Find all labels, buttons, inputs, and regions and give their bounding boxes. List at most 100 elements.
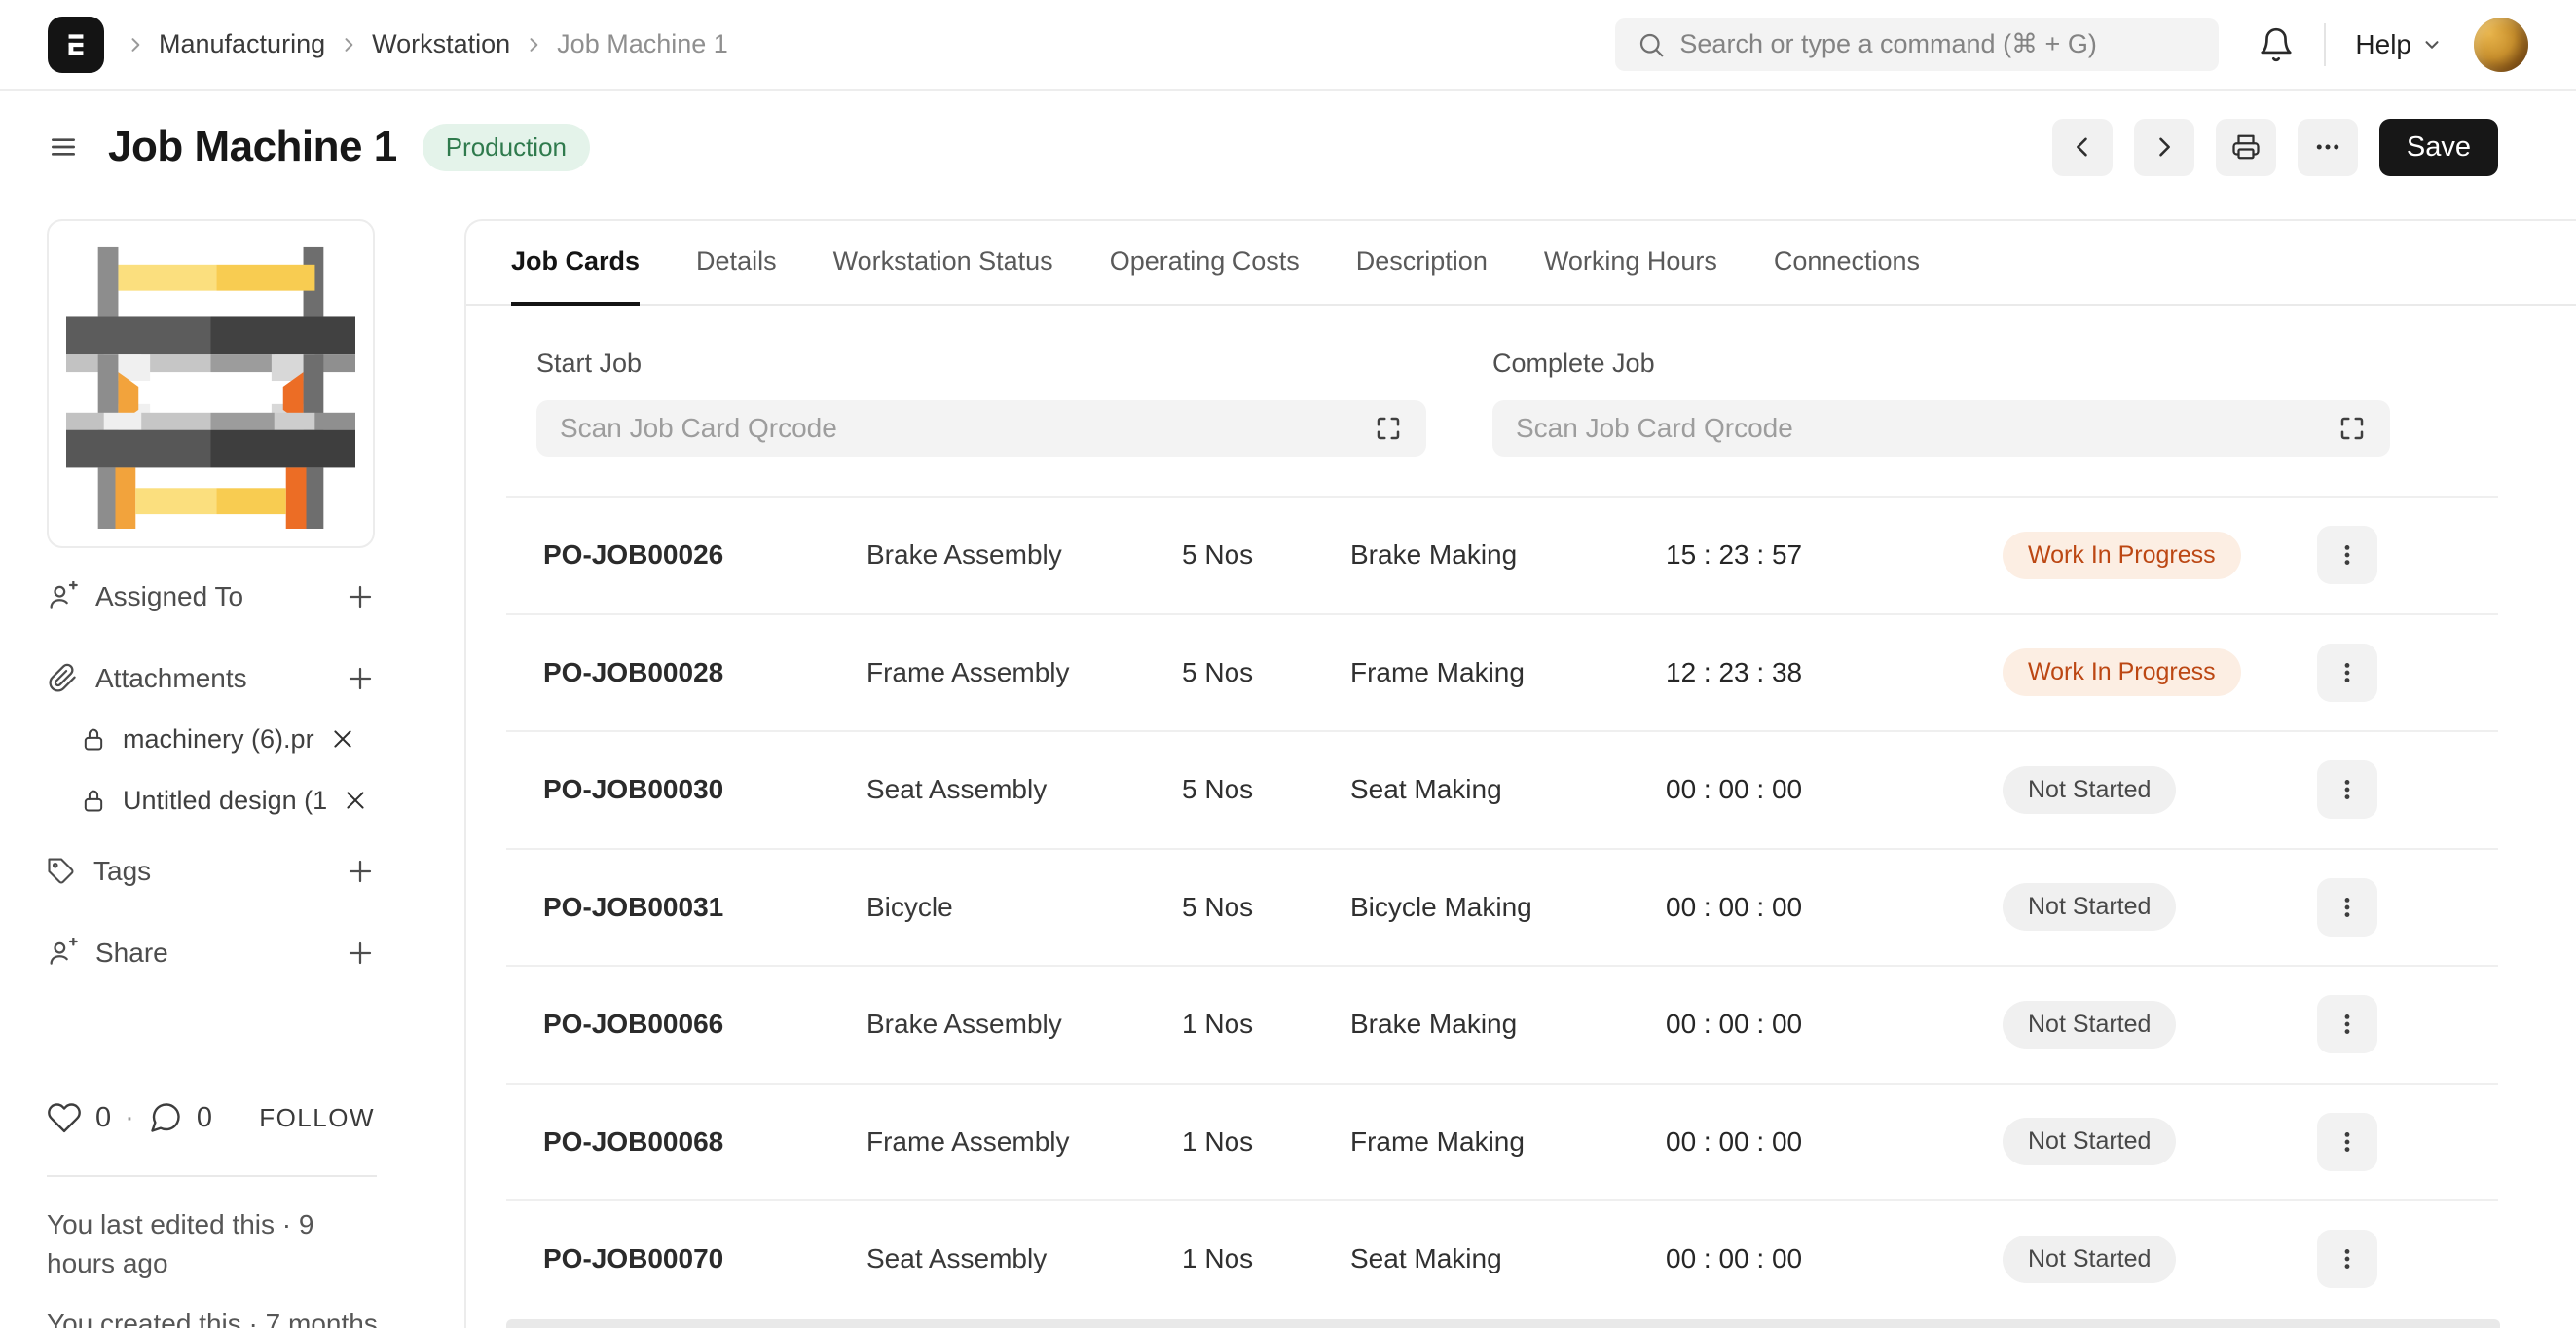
attachment-item: Untitled design (1 xyxy=(80,772,375,829)
kebab-menu-icon xyxy=(2344,1131,2350,1152)
job-card-item: Seat Assembly xyxy=(866,774,1048,805)
global-search[interactable] xyxy=(1615,18,2220,71)
status-badge: Not Started xyxy=(2003,765,2177,814)
job-card-time: 15 : 23 : 57 xyxy=(1666,539,1803,571)
row-menu-button[interactable] xyxy=(2317,1230,2377,1289)
search-input[interactable] xyxy=(1679,29,2198,59)
app-logo[interactable] xyxy=(48,16,104,73)
form-tab[interactable]: Job Cards xyxy=(511,221,641,306)
horizontal-scrollbar[interactable] xyxy=(506,1319,2500,1328)
remove-attachment-icon[interactable] xyxy=(343,788,368,813)
kebab-menu-icon xyxy=(2344,897,2350,917)
job-card-id-link[interactable]: PO-JOB00026 xyxy=(543,539,866,571)
comments-icon[interactable] xyxy=(148,1100,183,1135)
doc-status-badge: Production xyxy=(422,123,590,171)
paperclip-icon xyxy=(49,663,76,692)
job-card-qty: 1 Nos xyxy=(1182,1243,1254,1274)
breadcrumb-link[interactable]: Manufacturing xyxy=(159,29,325,59)
erpnext-logo-icon xyxy=(68,33,84,55)
chevron-right-icon xyxy=(530,37,538,52)
job-card-id-link[interactable]: PO-JOB00030 xyxy=(543,774,866,805)
breadcrumb: Manufacturing Workstation Job Machine 1 xyxy=(118,29,728,59)
job-card-row: PO-JOB00066 Brake Assembly 1 Nos Brake M… xyxy=(506,965,2498,1083)
workstation-image[interactable] xyxy=(47,219,375,548)
job-card-item: Seat Assembly xyxy=(866,1243,1048,1274)
job-card-item: Frame Assembly xyxy=(866,656,1070,687)
job-card-time: 00 : 00 : 00 xyxy=(1666,1125,1803,1157)
save-button[interactable]: Save xyxy=(2378,118,2498,176)
print-button[interactable] xyxy=(2215,118,2276,176)
start-job-field: Start Job xyxy=(536,349,1426,457)
qr-scan-icon[interactable] xyxy=(1374,414,1403,443)
job-card-time: 00 : 00 : 00 xyxy=(1666,891,1803,922)
job-card-row: PO-JOB00030 Seat Assembly 5 Nos Seat Mak… xyxy=(506,730,2498,848)
navbar-divider xyxy=(2324,22,2327,66)
job-card-id-link[interactable]: PO-JOB00066 xyxy=(543,1009,866,1040)
chevron-left-icon xyxy=(2076,137,2087,157)
kebab-menu-icon xyxy=(2344,662,2350,682)
previous-document-button[interactable] xyxy=(2051,118,2113,176)
form-tab[interactable]: Description xyxy=(1356,221,1488,306)
add-share-button[interactable] xyxy=(346,939,375,968)
breadcrumb-link[interactable]: Workstation xyxy=(372,29,510,59)
row-menu-button[interactable] xyxy=(2317,526,2377,585)
last-edited-text: You last edited this · 9 hours ago xyxy=(47,1209,314,1278)
help-menu[interactable]: Help xyxy=(2355,29,2443,60)
user-avatar[interactable] xyxy=(2474,17,2528,72)
add-attachment-button[interactable] xyxy=(346,664,375,693)
start-job-input-wrap xyxy=(536,400,1426,457)
row-menu-button[interactable] xyxy=(2317,995,2377,1054)
help-label: Help xyxy=(2355,28,2411,59)
form-tabs: Job Cards Details Workstation Status Operat… xyxy=(466,221,2576,306)
form-tab[interactable]: Working Hours xyxy=(1544,221,1717,306)
more-options-button[interactable] xyxy=(2297,118,2358,176)
add-assignment-button[interactable] xyxy=(346,582,375,611)
status-badge: Not Started xyxy=(2003,1000,2177,1049)
page-header: Job Machine 1 Production Save xyxy=(0,91,2576,203)
start-job-scan-input[interactable] xyxy=(560,413,1358,444)
notifications-bell-icon[interactable] xyxy=(2258,26,2295,63)
job-card-id-link[interactable]: PO-JOB00068 xyxy=(543,1126,866,1158)
job-card-status-cell: Work In Progress xyxy=(2003,531,2317,579)
like-heart-icon[interactable] xyxy=(47,1100,82,1135)
job-card-status-cell: Not Started xyxy=(2003,1118,2317,1166)
status-badge: Not Started xyxy=(2003,1235,2177,1283)
job-card-row: PO-JOB00026 Brake Assembly 5 Nos Brake M… xyxy=(506,496,2498,613)
form-tab[interactable]: Operating Costs xyxy=(1110,221,1300,306)
tags-label: Tags xyxy=(93,856,152,886)
remove-attachment-icon[interactable] xyxy=(330,726,355,752)
plus-icon xyxy=(349,585,372,609)
row-menu-button[interactable] xyxy=(2317,1112,2377,1171)
job-card-id-link[interactable]: PO-JOB00031 xyxy=(543,892,866,923)
kebab-menu-icon xyxy=(2344,1249,2350,1270)
row-menu-button[interactable] xyxy=(2317,877,2377,937)
job-card-operation: Seat Making xyxy=(1350,774,1502,805)
job-card-id-link[interactable]: PO-JOB00028 xyxy=(543,657,866,688)
job-card-operation: Seat Making xyxy=(1350,1243,1502,1274)
qr-scan-icon[interactable] xyxy=(2337,414,2367,443)
row-menu-button[interactable] xyxy=(2317,760,2377,820)
job-card-operation: Frame Making xyxy=(1350,1125,1525,1157)
ellipsis-icon xyxy=(2316,144,2339,150)
job-card-id-link[interactable]: PO-JOB00070 xyxy=(543,1243,866,1274)
breadcrumb-item: Job Machine 1 xyxy=(524,29,728,59)
sidebar-toggle-icon[interactable] xyxy=(48,131,79,163)
attachment-link[interactable]: machinery (6).pr xyxy=(123,724,314,755)
row-menu-button[interactable] xyxy=(2317,643,2377,702)
sidebar-tags: Tags xyxy=(47,844,375,899)
complete-job-scan-input[interactable] xyxy=(1516,413,2322,444)
attachment-link[interactable]: Untitled design (1 xyxy=(123,786,327,816)
breadcrumb-link[interactable]: Job Machine 1 xyxy=(557,29,728,59)
follow-button[interactable]: FOLLOW xyxy=(259,1103,375,1133)
next-document-button[interactable] xyxy=(2133,118,2194,176)
job-card-row: PO-JOB00031 Bicycle 5 Nos Bicycle Making… xyxy=(506,847,2498,966)
job-card-item: Bicycle xyxy=(866,891,953,922)
sidebar-assigned-to: Assigned To xyxy=(47,570,375,624)
form-tab[interactable]: Connections xyxy=(1774,221,1920,306)
page-title: Job Machine 1 xyxy=(108,123,397,170)
form-tab[interactable]: Workstation Status xyxy=(833,221,1053,306)
plus-icon xyxy=(349,860,372,883)
form-tab[interactable]: Details xyxy=(696,221,777,306)
likes-count: 0 xyxy=(95,1101,112,1133)
add-tag-button[interactable] xyxy=(346,857,375,886)
